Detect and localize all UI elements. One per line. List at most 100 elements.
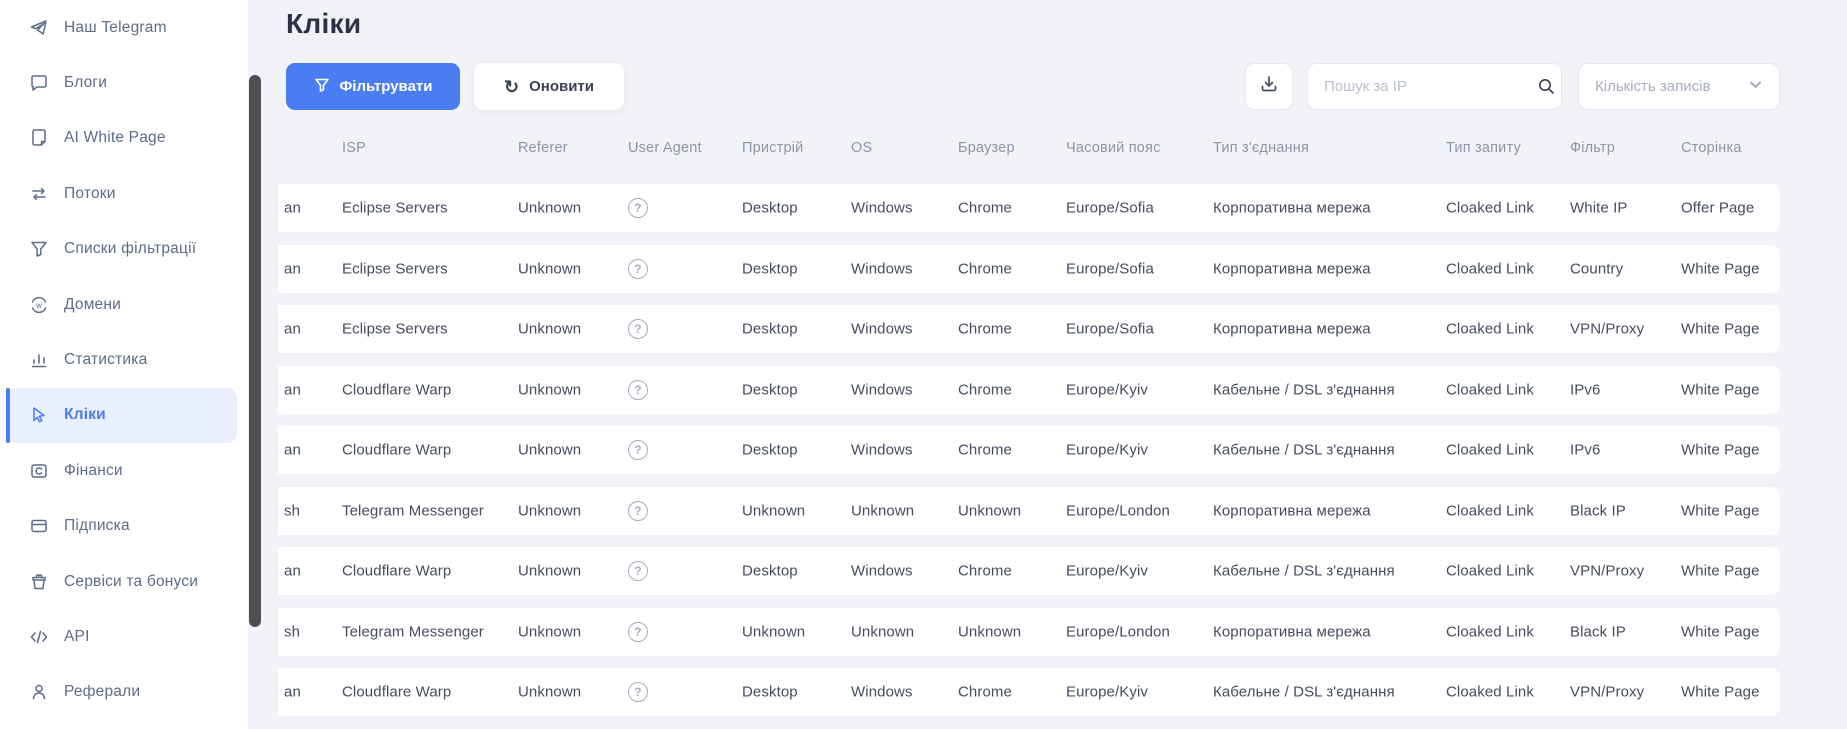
sidebar-item-finance[interactable]: Фінанси	[6, 443, 237, 498]
cell-page: White Page	[1681, 442, 1760, 459]
cell-filter: Black IP	[1570, 502, 1626, 519]
sidebar-item-clicks[interactable]: Кліки	[6, 388, 237, 443]
sidebar-item-flows[interactable]: Потоки	[6, 166, 237, 221]
filterlist-icon	[28, 238, 50, 260]
cell-request-type: Cloaked Link	[1446, 684, 1534, 701]
filter-button[interactable]: Фільтрувати	[286, 63, 460, 110]
table-row: anEclipse ServersUnknown?DesktopWindowsC…	[278, 184, 1780, 232]
cell-referer: Unknown	[518, 321, 581, 338]
download-button[interactable]	[1245, 63, 1293, 110]
cell-page: White Page	[1681, 381, 1760, 398]
cell-request-type: Cloaked Link	[1446, 381, 1534, 398]
user-agent-help-icon[interactable]: ?	[628, 198, 648, 218]
cell-ip: an	[284, 321, 301, 338]
cell-device: Desktop	[742, 442, 798, 459]
column-header-isp: ISP	[342, 140, 366, 156]
user-agent-help-icon[interactable]: ?	[628, 682, 648, 702]
cell-timezone: Europe/Sofia	[1066, 260, 1154, 277]
sidebar-item-label: Фінанси	[64, 462, 123, 480]
cell-timezone: Europe/Kyiv	[1066, 381, 1148, 398]
cell-user-agent: ?	[628, 380, 648, 400]
column-header-device: Пристрій	[742, 140, 803, 156]
user-agent-help-icon[interactable]: ?	[628, 501, 648, 521]
cell-connection-type: Кабельне / DSL з'єднання	[1213, 563, 1395, 580]
sidebar-item-subscription[interactable]: Підписка	[6, 499, 237, 554]
user-agent-help-icon[interactable]: ?	[628, 259, 648, 279]
cell-request-type: Cloaked Link	[1446, 623, 1534, 640]
user-agent-help-icon[interactable]: ?	[628, 622, 648, 642]
sidebar-item-stats[interactable]: Статистика	[6, 332, 237, 387]
table-row: anCloudflare WarpUnknown?DesktopWindowsC…	[278, 547, 1780, 595]
filter-button-label: Фільтрувати	[340, 78, 433, 95]
cell-connection-type: Корпоративна мережа	[1213, 321, 1371, 338]
cell-connection-type: Корпоративна мережа	[1213, 260, 1371, 277]
domains-icon: w	[28, 294, 50, 316]
search-input[interactable]	[1308, 64, 1531, 109]
sidebar-item-api[interactable]: API	[6, 609, 237, 664]
cell-filter: IPv6	[1570, 381, 1600, 398]
telegram-icon	[28, 17, 50, 39]
cell-ip: an	[284, 200, 301, 217]
column-header-connection-type: Тип з'єднання	[1213, 140, 1309, 156]
user-agent-help-icon[interactable]: ?	[628, 380, 648, 400]
column-header-page: Сторінка	[1681, 140, 1742, 156]
sidebar-item-telegram[interactable]: Наш Telegram	[6, 0, 237, 55]
sidebar-item-services[interactable]: Сервіси та бонуси	[6, 554, 237, 609]
cell-filter: VPN/Proxy	[1570, 321, 1644, 338]
column-header-timezone: Часовий пояс	[1066, 140, 1161, 156]
services-icon	[28, 571, 50, 593]
sidebar-item-blog[interactable]: Блоги	[6, 55, 237, 110]
sidebar-item-label: Сервіси та бонуси	[64, 573, 198, 591]
sidebar-item-domains[interactable]: wДомени	[6, 277, 237, 332]
cell-connection-type: Кабельне / DSL з'єднання	[1213, 381, 1395, 398]
table-body: an Eclipse Servers Unknown? Desktop Windows C…	[278, 184, 1780, 729]
cell-user-agent: ?	[628, 440, 648, 460]
user-agent-help-icon[interactable]: ?	[628, 319, 648, 339]
cell-referer: Unknown	[518, 684, 581, 701]
cell-os: Unknown	[851, 623, 914, 640]
cell-user-agent: ?	[628, 319, 648, 339]
refresh-button[interactable]: ↻ Оновити	[474, 63, 624, 110]
cell-timezone: Europe/London	[1066, 623, 1170, 640]
sidebar-item-filterlist[interactable]: Списки фільтрації	[6, 222, 237, 277]
cell-user-agent: ?	[628, 501, 648, 521]
cell-browser: Chrome	[958, 381, 1012, 398]
column-header-os: OS	[851, 140, 872, 156]
cell-filter: Country	[1570, 260, 1623, 277]
cell-request-type: Cloaked Link	[1446, 502, 1534, 519]
table-row: anCloudflare WarpUnknown?DesktopWindowsC…	[278, 366, 1780, 414]
cell-os: Windows	[851, 321, 913, 338]
user-agent-help-icon[interactable]: ?	[628, 561, 648, 581]
cell-browser: Chrome	[958, 321, 1012, 338]
records-count-dropdown[interactable]: Кількість записів	[1578, 63, 1780, 110]
cell-user-agent: ?	[628, 561, 648, 581]
column-header-referer: Referer	[518, 140, 568, 156]
cell-ip: sh	[284, 623, 300, 640]
table-header-row: ISPRefererUser AgentПристрійOSБраузерЧас…	[278, 140, 1780, 170]
cell-browser: Chrome	[958, 200, 1012, 217]
cell-timezone: Europe/Sofia	[1066, 321, 1154, 338]
cell-filter: Black IP	[1570, 623, 1626, 640]
sidebar-item-referrals[interactable]: Реферали	[6, 665, 237, 720]
cell-referer: Unknown	[518, 623, 581, 640]
clicks-icon	[28, 404, 50, 426]
cell-connection-type: Корпоративна мережа	[1213, 623, 1371, 640]
cell-browser: Unknown	[958, 502, 1021, 519]
cell-isp: Eclipse Servers	[342, 260, 448, 277]
cell-referer: Unknown	[518, 502, 581, 519]
search-icon[interactable]	[1531, 77, 1561, 96]
vertical-scrollbar[interactable]	[249, 75, 261, 627]
blog-icon	[28, 72, 50, 94]
cell-referer: Unknown	[518, 260, 581, 277]
cell-connection-type: Кабельне / DSL з'єднання	[1213, 684, 1395, 701]
cell-page: White Page	[1681, 684, 1760, 701]
cell-user-agent: ?	[628, 198, 648, 218]
cell-isp: Cloudflare Warp	[342, 442, 451, 459]
user-agent-help-icon[interactable]: ?	[628, 440, 648, 460]
cell-os: Unknown	[851, 502, 914, 519]
refresh-button-label: Оновити	[529, 78, 594, 95]
cell-device: Unknown	[742, 623, 805, 640]
cell-request-type: Cloaked Link	[1446, 442, 1534, 459]
sidebar-item-whitepage[interactable]: AI White Page	[6, 111, 237, 166]
table-row: shTelegram MessengerUnknown?UnknownUnkno…	[278, 487, 1780, 535]
